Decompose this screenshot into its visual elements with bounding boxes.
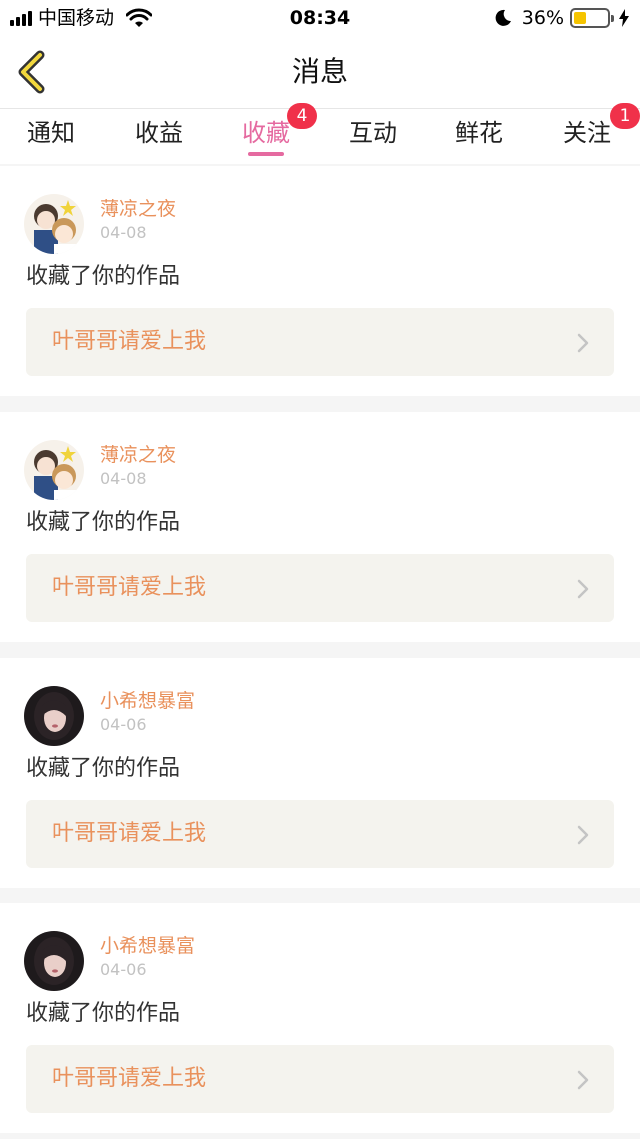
message-date: 04-08: [100, 223, 147, 242]
work-title: 叶哥哥请爱上我: [52, 575, 207, 600]
message-card: 薄凉之夜 04-08 收藏了你的作品 叶哥哥请爱上我: [0, 412, 640, 642]
work-link[interactable]: 叶哥哥请爱上我: [26, 554, 614, 622]
battery-percent: 36%: [521, 7, 564, 29]
message-action: 收藏了你的作品: [26, 510, 181, 535]
tab-interactions[interactable]: 互动: [328, 117, 418, 149]
work-link[interactable]: 叶哥哥请爱上我: [26, 800, 614, 868]
chevron-right-icon: [577, 1070, 589, 1090]
chevron-right-icon: [577, 579, 589, 599]
avatar-girl-photo[interactable]: [24, 686, 84, 746]
chevron-right-icon: [577, 333, 589, 353]
chevron-right-icon: [577, 825, 589, 845]
avatar-anime-couple[interactable]: [24, 194, 84, 254]
page-title: 消息: [291, 55, 348, 88]
message-card: 薄凉之夜 04-08 收藏了你的作品 叶哥哥请爱上我: [0, 166, 640, 396]
work-title: 叶哥哥请爱上我: [52, 1066, 207, 1091]
avatar-anime-couple[interactable]: [24, 440, 84, 500]
message-card: 小希想暴富 04-06 收藏了你的作品 叶哥哥请爱上我: [0, 903, 640, 1133]
message-card: 小希想暴富 04-06 收藏了你的作品 叶哥哥请爱上我: [0, 658, 640, 888]
charging-bolt-icon: [619, 9, 629, 27]
follows-count-badge: 1: [610, 103, 640, 129]
message-date: 04-06: [100, 715, 147, 734]
message-date: 04-08: [100, 469, 147, 488]
work-link[interactable]: 叶哥哥请爱上我: [26, 1045, 614, 1113]
username[interactable]: 小希想暴富: [100, 688, 195, 714]
username[interactable]: 小希想暴富: [100, 933, 195, 959]
username[interactable]: 薄凉之夜: [100, 442, 176, 468]
work-title: 叶哥哥请爱上我: [52, 329, 207, 354]
status-right: 36%: [494, 6, 630, 30]
moon-icon: [495, 9, 511, 26]
active-tab-indicator: [248, 152, 284, 156]
message-action: 收藏了你的作品: [26, 1001, 181, 1026]
work-title: 叶哥哥请爱上我: [52, 821, 207, 846]
tab-notifications[interactable]: 通知: [6, 117, 96, 149]
status-bar: 中国移动 08:34 36%: [0, 0, 640, 36]
tab-earnings[interactable]: 收益: [114, 117, 204, 149]
message-date: 04-06: [100, 960, 147, 979]
avatar-girl-photo[interactable]: [24, 931, 84, 991]
battery-icon: [570, 8, 614, 28]
message-action: 收藏了你的作品: [26, 756, 181, 781]
work-link[interactable]: 叶哥哥请爱上我: [26, 308, 614, 376]
tab-flowers[interactable]: 鲜花: [434, 117, 524, 149]
nav-bar: 消息: [0, 36, 640, 108]
message-action: 收藏了你的作品: [26, 264, 181, 289]
tab-bar: 通知 收益 收藏 互动 鲜花 关注 4 1: [0, 103, 640, 164]
favorites-count-badge: 4: [287, 103, 317, 129]
username[interactable]: 薄凉之夜: [100, 196, 176, 222]
battery-fill: [574, 12, 586, 24]
